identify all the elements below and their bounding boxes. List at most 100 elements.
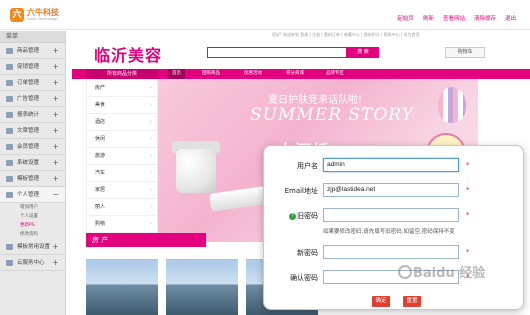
category-item[interactable]: 旅游 › [87,148,157,165]
sidebar-item-template-settings[interactable]: 模板常用设置 + [0,239,65,255]
catalog-title: 所有商品分类 [86,69,158,79]
site-top-links: 您好! 欢迎来到 登录 | 注册 | 我的订单 | 收藏中心 | 我的积分 | … [72,31,492,39]
nav-clear-cache-link[interactable]: 清除缓存 [474,14,496,22]
expand-icon[interactable]: + [52,123,59,139]
menu-tab-brand[interactable]: 品牌专区 [326,69,344,79]
sidebar-subitem-current[interactable]: 更新PS [0,221,65,230]
category-item[interactable]: 丽人 › [87,199,157,216]
nav-logout-link[interactable]: 退出 [505,14,516,22]
baidu-paw-icon [398,265,412,279]
expand-icon[interactable]: + [52,139,59,155]
category-label: 美食 [95,102,106,108]
category-item[interactable]: 休闲 › [87,131,157,148]
banner-headline: 夏日护肤竞来话队啦! [268,95,363,106]
sidebar-item-reports[interactable]: 报表统计 + [0,107,65,123]
logo-subtitle: Liuniu Technology [27,16,59,21]
chevron-right-icon: › [150,136,152,142]
site-search-button[interactable]: 搜 索 [347,47,379,58]
nav-view-site-link[interactable]: 查看网站 [443,14,465,22]
username-input[interactable]: admin [323,158,459,172]
sidebar-item-promotion[interactable]: 促销管理 + [0,59,65,75]
orders-icon [6,80,13,86]
old-password-input[interactable] [323,208,459,222]
cart-button[interactable]: 购物车 [445,47,485,58]
expand-icon[interactable]: + [52,43,59,59]
sidebar-subitem[interactable]: 修改资料 [0,230,65,239]
balloon-image [438,87,466,123]
articles-icon [6,128,13,134]
site-search-input[interactable] [207,47,347,58]
site-top-links-text[interactable]: 您好! 欢迎来到 登录 | 注册 | 我的订单 | 收藏中心 | 我的积分 | … [272,32,420,38]
settings-icon [6,160,13,166]
menu-tab-home[interactable]: 首页 [168,69,185,79]
site-brand: 临沂美容 [94,46,163,65]
banner-title: SUMMER STORY [250,105,414,125]
email-input[interactable]: zjp@lastidea.net [323,183,459,197]
sidebar-item-personal[interactable]: 个人管理 − [0,187,65,203]
sidebar-item-articles[interactable]: 文章管理 + [0,123,65,139]
template-settings-icon [6,244,13,250]
category-label: 休闲 [95,136,106,142]
category-label: 酒店 [95,119,106,125]
new-password-row: 新密码 * [264,245,525,259]
chevron-right-icon: › [150,187,152,193]
menu-tab-points[interactable]: 积分商城 [286,69,304,79]
sidebar-item-label: 个人管理 [17,192,40,198]
category-item[interactable]: 美食 › [87,97,157,114]
email-row: Email地址 zjp@lastidea.net * [264,183,525,197]
nav-home-link[interactable]: 起始页 [397,14,414,22]
sidebar-item-label: 会员管理 [17,144,40,150]
nav-refresh-link[interactable]: 刷新 [423,14,434,22]
help-icon[interactable]: ? [289,213,296,220]
category-item[interactable]: 购物 › [87,216,157,233]
sidebar-item-members[interactable]: 会员管理 + [0,139,65,155]
category-item[interactable]: 汽车 › [87,165,157,182]
sidebar-item-label: 报表统计 [17,112,40,118]
watermark-text: Baidu 经验 [413,266,486,281]
category-item[interactable]: 家居 › [87,182,157,199]
logo-name: 六牛科技 [27,7,59,17]
sidebar-item-label: 商品管理 [17,48,40,54]
category-label: 家居 [95,187,106,193]
expand-icon[interactable]: + [52,155,59,171]
sidebar-item-templates[interactable]: 模板管理 + [0,171,65,187]
expand-icon[interactable]: + [52,171,59,187]
menu-tab-promo[interactable]: 优惠活动 [244,69,262,79]
expand-icon[interactable]: + [52,59,59,75]
expand-icon[interactable]: + [52,107,59,123]
sidebar-item-ads[interactable]: 广告管理 + [0,91,65,107]
top-bar: 六 六牛科技 Liuniu Technology 起始页 刷新 查看网站 清除缓… [0,0,530,30]
old-password-label-text: 旧密码 [297,212,318,220]
reset-button[interactable]: 重置 [403,296,421,307]
expand-icon[interactable]: + [52,239,59,255]
top-nav: 起始页 刷新 查看网站 清除缓存 退出 [397,14,516,22]
new-password-input[interactable] [323,245,459,259]
confirm-button[interactable]: 确定 [372,296,390,307]
category-item[interactable]: 酒店 › [87,114,157,131]
collapse-icon[interactable]: − [52,187,59,203]
building-photo[interactable] [86,259,158,315]
sidebar-subitem[interactable]: 个人设置 [0,212,65,221]
sidebar-item-label: 文章管理 [17,128,40,134]
sidebar-item-settings[interactable]: 系统设置 + [0,155,65,171]
expand-icon[interactable]: + [52,91,59,107]
old-password-row: ? 旧密码 * [264,208,525,222]
building-photo[interactable] [166,259,238,315]
baidu-watermark: Baidu 经验 [397,262,523,288]
sidebar-item-label: 云服务中心 [17,260,45,266]
members-icon [6,144,13,150]
category-label: 旅游 [95,153,106,159]
sidebar-item-goods[interactable]: 商品管理 + [0,43,65,59]
personal-icon [6,192,13,198]
category-item[interactable]: 房产 › [87,80,157,97]
section-title-realestate: 房 产 [86,233,206,247]
expand-icon[interactable]: + [52,75,59,91]
expand-icon[interactable]: + [52,255,59,271]
sidebar-item-orders[interactable]: 订单管理 + [0,75,65,91]
menu-tab-group[interactable]: 团购商品 [202,69,220,79]
sidebar-subitem[interactable]: 增加用户 [0,203,65,212]
category-list: 房产 › 美食 › 酒店 › 休闲 › 旅游 › 汽车 › 家居 › 丽人 › 购物 › [86,79,158,242]
email-label: Email地址 [284,187,318,195]
sidebar-item-cloud[interactable]: 云服务中心 + [0,255,65,271]
admin-logo: 六 六牛科技 Liuniu Technology [10,7,68,23]
